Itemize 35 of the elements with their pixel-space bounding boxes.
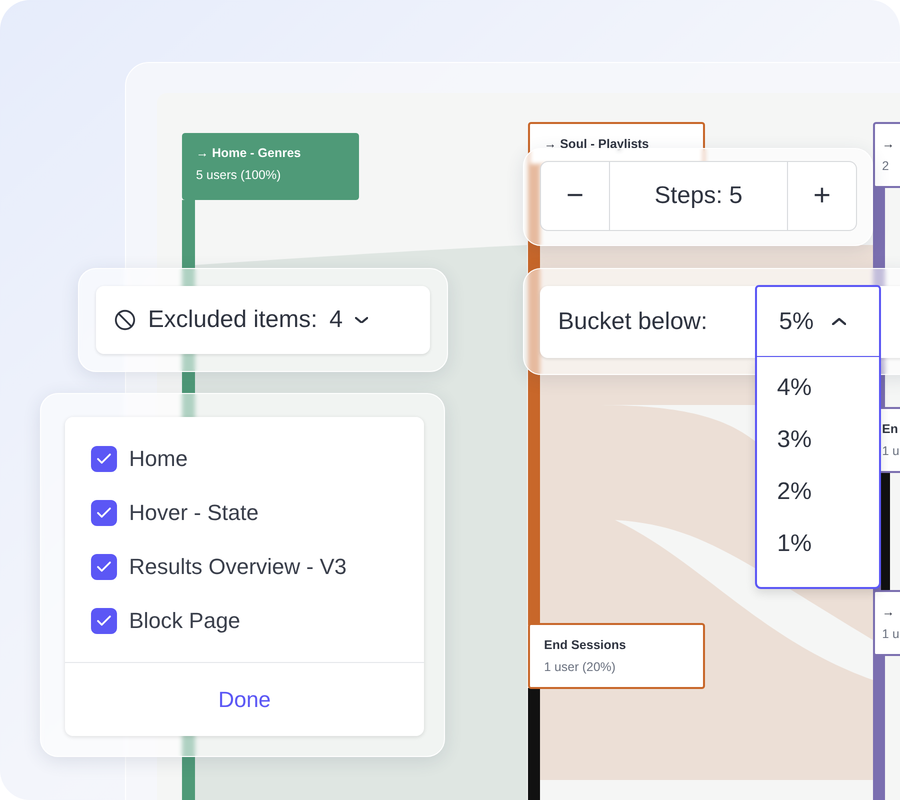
item-label: Results Overview - V3 <box>129 554 347 580</box>
excluded-items-dropdown[interactable]: Excluded items: 4 <box>96 286 430 354</box>
node-subtitle: 1 u <box>882 626 900 642</box>
increase-button[interactable]: + <box>787 162 856 230</box>
decrease-button[interactable]: − <box>541 162 610 230</box>
chevron-up-icon <box>832 318 846 326</box>
bucket-label: Bucket below: <box>557 307 708 337</box>
excluded-icon <box>114 309 136 331</box>
checkbox[interactable] <box>91 608 117 634</box>
excluded-count: 4 <box>329 305 343 335</box>
bucket-option[interactable]: 1% <box>777 529 859 559</box>
bucket-option[interactable]: 2% <box>777 477 859 507</box>
checkbox[interactable] <box>91 554 117 580</box>
node-subtitle: 5 users (100%) <box>196 167 282 183</box>
item-label: Home <box>129 446 188 472</box>
node-title: End Sessions <box>544 637 627 653</box>
bucket-option[interactable]: 4% <box>777 373 859 403</box>
bucket-value: 5% <box>779 306 814 336</box>
item-label: Block Page <box>129 608 240 634</box>
bucket-select[interactable]: 5% <box>755 285 881 358</box>
node-title: → <box>882 136 896 152</box>
node-title: → Soul - Playlists <box>544 136 650 152</box>
bucket-option[interactable]: 3% <box>777 425 859 455</box>
node-title: En <box>882 421 899 437</box>
node-subtitle: 2 <box>882 158 890 174</box>
done-button[interactable]: Done <box>218 683 271 716</box>
node-title: → <box>882 604 896 620</box>
steps-label: Steps: 5 <box>653 181 744 211</box>
node-title: → Home - Genres <box>196 145 302 161</box>
checkbox[interactable] <box>91 500 117 526</box>
node-subtitle: 1 u <box>882 443 900 459</box>
checkbox[interactable] <box>91 446 117 472</box>
item-label: Hover - State <box>129 500 259 526</box>
excluded-label: Excluded items: <box>148 305 318 335</box>
node-subtitle: 1 user (20%) <box>544 659 617 675</box>
